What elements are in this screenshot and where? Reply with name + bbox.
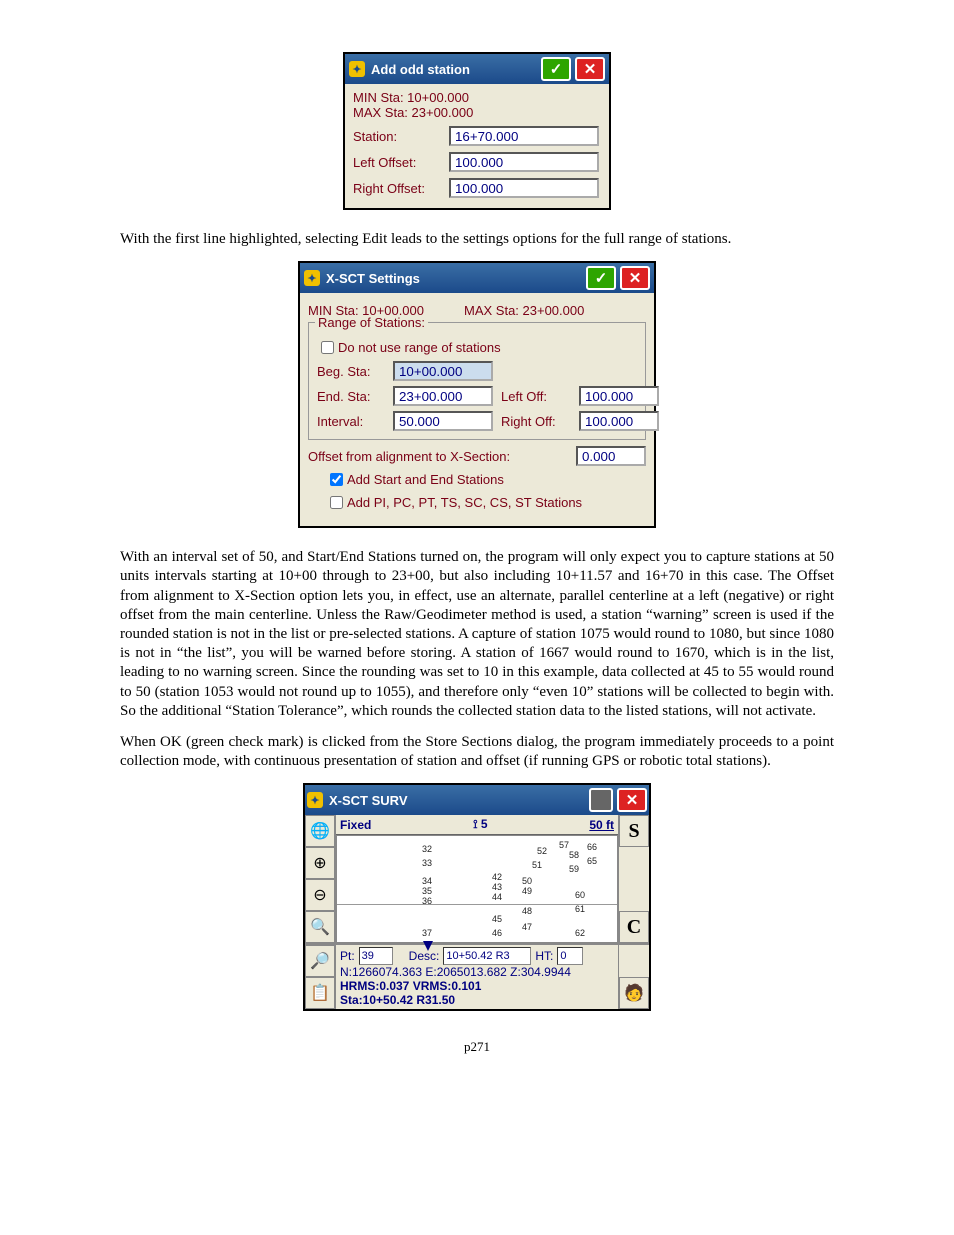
right-off-input[interactable] [579, 411, 659, 431]
station-input[interactable] [449, 126, 599, 146]
interval-label: Interval: [317, 414, 385, 429]
coords-readout: N:1266074.363 E:2065013.682 Z:304.9944 [340, 965, 614, 979]
cursor-icon [423, 941, 433, 951]
page-number: p271 [120, 1039, 834, 1055]
add-odd-station-dialog: ✦ Add odd station ✓ ✕ MIN Sta: 10+00.000… [343, 52, 611, 210]
ht-input[interactable] [557, 947, 583, 965]
left-off-label: Left Off: [501, 389, 571, 404]
desc-label: Desc: [409, 949, 440, 963]
body-paragraph-3: When OK (green check mark) is clicked fr… [120, 733, 834, 771]
ok-button[interactable]: ✓ [586, 266, 616, 290]
right-offset-input[interactable] [449, 178, 599, 198]
left-offset-input[interactable] [449, 152, 599, 172]
dialog-titlebar: ✦ X-SCT SURV ✕ [305, 785, 649, 815]
right-offset-label: Right Offset: [353, 181, 443, 196]
end-sta-label: End. Sta: [317, 389, 385, 404]
right-off-label: Right Off: [501, 414, 571, 429]
zoom-extents-icon[interactable]: 🔍 [305, 911, 335, 943]
sta-readout: Sta:10+50.42 R31.50 [340, 993, 614, 1007]
left-off-input[interactable] [579, 386, 659, 406]
status-distance: 50 ft [589, 818, 614, 832]
list-icon[interactable]: 📋 [305, 977, 335, 1009]
ok-button[interactable]: ✓ [541, 57, 571, 81]
beg-sta-input[interactable] [393, 361, 493, 381]
status-satellites: 5 [481, 817, 488, 831]
add-start-end-checkbox[interactable] [330, 473, 343, 486]
helmet-icon[interactable]: 🧑 [619, 977, 649, 1009]
store-button[interactable]: S [619, 815, 649, 847]
zoom-window-icon[interactable]: 🔎 [305, 945, 335, 977]
left-offset-label: Left Offset: [353, 155, 443, 170]
ht-label: HT: [535, 949, 553, 963]
settings-button[interactable] [589, 788, 613, 812]
do-not-use-range-label: Do not use range of stations [338, 340, 501, 355]
map-area[interactable]: 32 33 34 35 36 37 42 43 44 45 46 47 [336, 835, 618, 943]
globe-icon[interactable]: 🌐 [305, 815, 335, 847]
interval-input[interactable] [393, 411, 493, 431]
station-label: Station: [353, 129, 443, 144]
max-sta-label: MAX Sta: 23+00.000 [464, 303, 584, 318]
close-button[interactable]: ✕ [617, 788, 647, 812]
app-icon: ✦ [349, 61, 365, 77]
offset-alignment-label: Offset from alignment to X-Section: [308, 449, 576, 464]
status-fixed: Fixed [340, 818, 371, 832]
xsct-settings-dialog: ✦ X-SCT Settings ✓ ✕ MIN Sta: 10+00.000 … [298, 261, 656, 528]
range-fieldset: Range of Stations: Do not use range of s… [308, 322, 646, 440]
desc-input[interactable] [443, 947, 531, 965]
offset-alignment-input[interactable] [576, 446, 646, 466]
add-pi-checkbox[interactable] [330, 496, 343, 509]
body-paragraph-1: With the first line highlighted, selecti… [120, 230, 834, 249]
zoom-out-icon[interactable]: ⊖ [305, 879, 335, 911]
beg-sta-label: Beg. Sta: [317, 364, 385, 379]
fieldset-legend: Range of Stations: [315, 315, 428, 330]
add-pi-label: Add PI, PC, PT, TS, SC, CS, ST Stations [347, 495, 582, 510]
dialog-title: X-SCT Settings [326, 271, 420, 286]
do-not-use-range-checkbox[interactable] [321, 341, 334, 354]
xsct-surv-dialog: ✦ X-SCT SURV ✕ 🌐 ⊕ ⊖ 🔍 Fixed ⟟ 5 50 ft [303, 783, 651, 1011]
body-paragraph-2: With an interval set of 50, and Start/En… [120, 548, 834, 721]
max-sta-label: MAX Sta: 23+00.000 [353, 105, 601, 120]
min-sta-label: MIN Sta: 10+00.000 [353, 90, 601, 105]
pt-input[interactable] [359, 947, 393, 965]
app-icon: ✦ [307, 792, 323, 808]
dialog-titlebar: ✦ Add odd station ✓ ✕ [345, 54, 609, 84]
zoom-in-icon[interactable]: ⊕ [305, 847, 335, 879]
dialog-titlebar: ✦ X-SCT Settings ✓ ✕ [300, 263, 654, 293]
pt-label: Pt: [340, 949, 355, 963]
config-button[interactable]: C [619, 911, 649, 943]
end-sta-input[interactable] [393, 386, 493, 406]
cancel-button[interactable]: ✕ [620, 266, 650, 290]
sat-icon: ⟟ [473, 817, 477, 831]
app-icon: ✦ [304, 270, 320, 286]
dialog-title: Add odd station [371, 62, 470, 77]
cancel-button[interactable]: ✕ [575, 57, 605, 81]
add-start-end-label: Add Start and End Stations [347, 472, 504, 487]
hrms-readout: HRMS:0.037 VRMS:0.101 [340, 979, 614, 993]
dialog-title: X-SCT SURV [329, 793, 408, 808]
